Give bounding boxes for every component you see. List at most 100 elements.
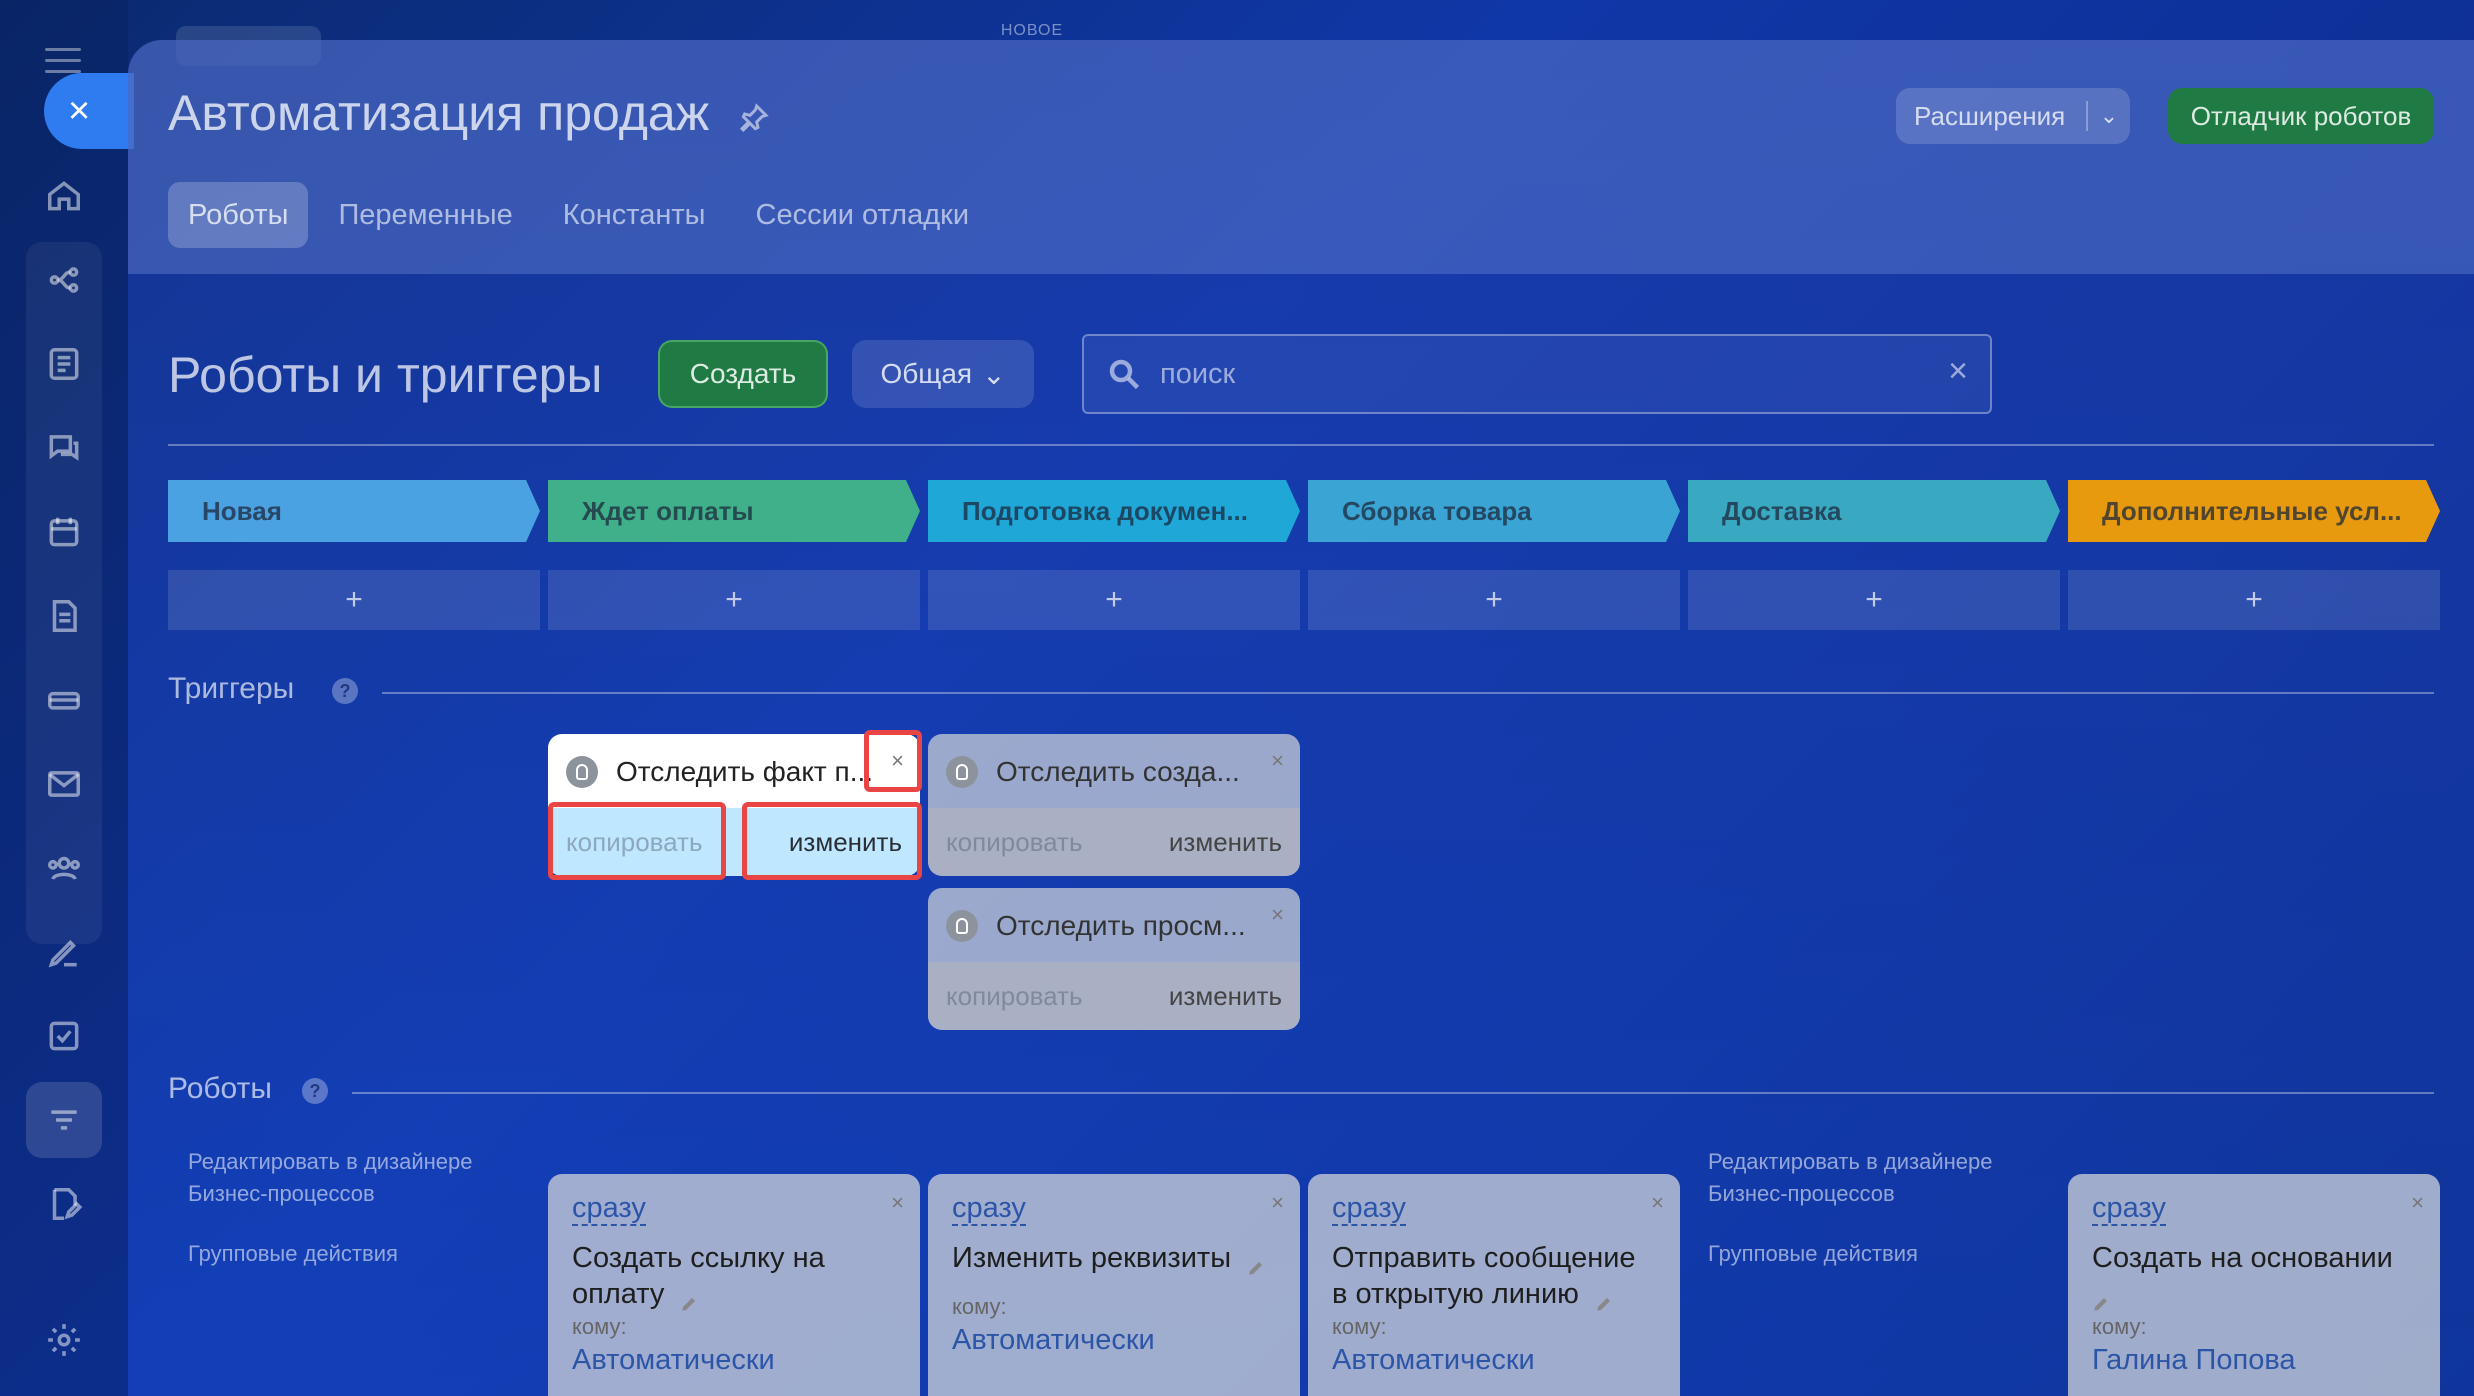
close-icon: × xyxy=(68,90,91,132)
designer-link[interactable]: Редактировать в дизайнере Бизнес-процесс… xyxy=(1708,1146,1992,1210)
settings-icon[interactable] xyxy=(38,1314,90,1366)
stage-assembly[interactable]: Сборка товара xyxy=(1308,480,1680,542)
recipient-label: кому: xyxy=(1332,1314,1387,1339)
copy-button[interactable]: копировать xyxy=(946,827,1083,858)
divider xyxy=(382,692,2434,694)
robot-timing[interactable]: сразу xyxy=(1332,1192,1406,1226)
robot-timing[interactable]: сразу xyxy=(2092,1192,2166,1226)
stage-new[interactable]: Новая xyxy=(168,480,540,542)
stage-delivery[interactable]: Доставка xyxy=(1688,480,2060,542)
trigger-header: Отследить просм... xyxy=(946,910,1246,942)
tab-constants[interactable]: Константы xyxy=(543,182,726,248)
recipient-value[interactable]: Автоматически xyxy=(952,1324,1276,1357)
robot-card[interactable]: сразу × Изменить реквизиты кому: Автомат… xyxy=(928,1174,1300,1396)
drive-icon[interactable] xyxy=(38,674,90,726)
bell-icon xyxy=(946,756,978,788)
robots-title: Роботы xyxy=(168,1072,272,1105)
search-field[interactable]: × xyxy=(1082,334,1992,414)
robot-title: Создать на основании xyxy=(2092,1240,2416,1312)
trigger-footer: копировать изменить xyxy=(928,808,1300,876)
robot-card[interactable]: сразу × Создать ссылку на оплату кому: А… xyxy=(548,1174,920,1396)
bell-icon xyxy=(566,756,598,788)
highlight-edit xyxy=(742,802,922,880)
extensions-button[interactable]: Расширения ⌄ xyxy=(1896,88,2130,144)
close-icon[interactable]: × xyxy=(1651,1190,1664,1216)
add-button[interactable]: + xyxy=(1308,570,1680,630)
search-input[interactable] xyxy=(1160,350,1900,398)
left-sidebar xyxy=(0,0,128,1396)
tab-robots[interactable]: Роботы xyxy=(168,182,309,248)
trigger-header: Отследить факт п... xyxy=(566,756,873,788)
document-icon[interactable] xyxy=(38,590,90,642)
recipient-value[interactable]: Автоматически xyxy=(572,1344,896,1377)
stage-awaiting-payment[interactable]: Ждет оплаты xyxy=(548,480,920,542)
recipient-value[interactable]: Автоматически xyxy=(1332,1344,1656,1377)
robot-timing[interactable]: сразу xyxy=(952,1192,1026,1226)
edit-button[interactable]: изменить xyxy=(1169,981,1282,1012)
trigger-card[interactable]: Отследить просм... × копировать изменить xyxy=(928,888,1300,1030)
close-icon[interactable]: × xyxy=(2411,1190,2424,1216)
new-label: НОВОЕ xyxy=(1000,22,1064,39)
add-button[interactable]: + xyxy=(548,570,920,630)
add-button[interactable]: + xyxy=(2068,570,2440,630)
tasks-icon[interactable] xyxy=(38,338,90,390)
checkbox-icon[interactable] xyxy=(38,1010,90,1062)
general-dropdown[interactable]: Общая ⌄ xyxy=(852,340,1034,408)
tab-variables[interactable]: Переменные xyxy=(318,182,532,248)
pin-icon[interactable] xyxy=(738,102,770,134)
robot-timing[interactable]: сразу xyxy=(572,1192,646,1226)
panel-header: Автоматизация продаж Расширения ⌄ Отладч… xyxy=(128,40,2474,274)
close-icon[interactable]: × xyxy=(891,1190,904,1216)
robot-card[interactable]: сразу × Отправить сообщение в открытую л… xyxy=(1308,1174,1680,1396)
users-icon[interactable] xyxy=(38,842,90,894)
flow-icon[interactable] xyxy=(38,254,90,306)
calendar-icon[interactable] xyxy=(38,506,90,558)
group-actions-link[interactable]: Групповые действия xyxy=(1708,1238,1918,1270)
add-row: + + + + + + xyxy=(168,570,2440,630)
close-slider-button[interactable]: × xyxy=(44,73,134,149)
chat-icon[interactable] xyxy=(38,422,90,474)
add-button[interactable]: + xyxy=(928,570,1300,630)
doc-edit-icon[interactable] xyxy=(38,1178,90,1230)
close-icon[interactable]: × xyxy=(1271,1190,1284,1216)
menu-icon[interactable] xyxy=(45,48,81,74)
clear-search-icon[interactable]: × xyxy=(1948,352,1968,391)
add-button[interactable]: + xyxy=(168,570,540,630)
designer-link[interactable]: Редактировать в дизайнере Бизнес-процесс… xyxy=(188,1146,472,1210)
funnel-icon[interactable] xyxy=(26,1082,102,1158)
close-icon[interactable]: × xyxy=(1271,748,1284,774)
trigger-header: Отследить созда... xyxy=(946,756,1240,788)
robot-title: Изменить реквизиты xyxy=(952,1240,1276,1276)
stage-documents[interactable]: Подготовка докумен... xyxy=(928,480,1300,542)
pencil-icon[interactable] xyxy=(2092,1286,2110,1312)
add-button[interactable]: + xyxy=(1688,570,2060,630)
search-icon xyxy=(1106,356,1144,394)
create-button[interactable]: Создать xyxy=(658,340,828,408)
robot-title-text: Изменить реквизиты xyxy=(952,1242,1232,1274)
designer-link-line: Бизнес-процессов xyxy=(188,1181,375,1206)
divider xyxy=(352,1092,2434,1094)
stage-extra[interactable]: Дополнительные усл... xyxy=(2068,480,2440,542)
help-icon[interactable]: ? xyxy=(302,1078,328,1104)
edit-button[interactable]: изменить xyxy=(1169,827,1282,858)
help-icon[interactable]: ? xyxy=(332,678,358,704)
robot-card[interactable]: сразу × Создать на основании кому: Галин… xyxy=(2068,1174,2440,1396)
close-icon[interactable]: × xyxy=(1271,902,1284,928)
group-actions-link[interactable]: Групповые действия xyxy=(188,1238,398,1270)
robot-debugger-button[interactable]: Отладчик роботов xyxy=(2168,88,2434,144)
robot-title: Отправить сообщение в открытую линию xyxy=(1332,1240,1656,1312)
page-title: Автоматизация продаж xyxy=(168,85,710,141)
recipient-label: кому: xyxy=(572,1314,627,1339)
trigger-card[interactable]: Отследить созда... × копировать изменить xyxy=(928,734,1300,876)
sign-icon[interactable] xyxy=(38,926,90,978)
pencil-icon[interactable] xyxy=(680,1286,698,1312)
highlight-copy xyxy=(548,802,726,880)
pencil-icon[interactable] xyxy=(1595,1286,1613,1312)
chevron-down-icon[interactable]: ⌄ xyxy=(2088,103,2130,129)
recipient-value[interactable]: Галина Попова xyxy=(2092,1344,2416,1377)
mail-icon[interactable] xyxy=(38,758,90,810)
pencil-icon[interactable] xyxy=(1247,1250,1265,1276)
home-icon[interactable] xyxy=(38,170,90,222)
tab-debug-sessions[interactable]: Сессии отладки xyxy=(736,182,990,248)
copy-button[interactable]: копировать xyxy=(946,981,1083,1012)
